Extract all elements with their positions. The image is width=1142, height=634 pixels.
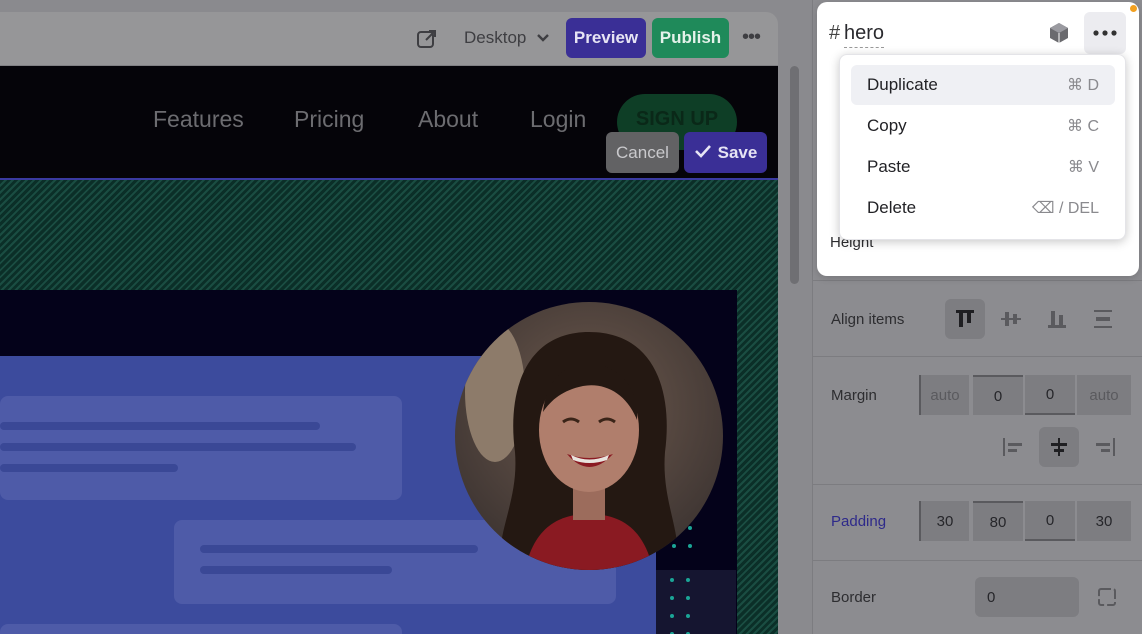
padding-row: Padding 30 80 0 30 (813, 484, 1142, 560)
menu-item-shortcut: ⌫ / DEL (1031, 200, 1099, 217)
element-hash: # (829, 22, 841, 44)
menu-item-label: Copy (867, 116, 907, 135)
more-actions-button[interactable] (1084, 12, 1126, 54)
margin-row: Margin auto 0 0 auto (813, 356, 1142, 484)
align-items-label: Align items (831, 311, 905, 328)
menu-item-duplicate[interactable]: Duplicate ⌘ D (851, 65, 1115, 105)
align-items-row: Align items (813, 280, 1142, 358)
checkmark-icon (694, 143, 712, 163)
site-navbar: Features Pricing About Login SIGN UP Can… (0, 66, 778, 178)
border-row: Border 0 (813, 560, 1142, 634)
align-bottom-icon[interactable] (1037, 299, 1077, 339)
margin-left-input[interactable]: auto (919, 375, 969, 415)
padding-bottom-input[interactable]: 0 (1025, 501, 1075, 541)
context-menu: Duplicate ⌘ D Copy ⌘ C Paste ⌘ V Delete … (839, 54, 1126, 240)
preview-button[interactable]: Preview (566, 18, 646, 58)
padding-top-input[interactable]: 80 (973, 501, 1023, 541)
border-width-input[interactable]: 0 (975, 577, 1079, 617)
menu-item-paste[interactable]: Paste ⌘ V (851, 147, 1115, 187)
placeholder-card (0, 396, 402, 500)
chevron-down-icon (536, 28, 550, 48)
cancel-button[interactable]: Cancel (606, 132, 679, 173)
menu-item-copy[interactable]: Copy ⌘ C (851, 106, 1115, 146)
menu-item-shortcut: ⌘ C (1067, 118, 1099, 135)
nav-link-login[interactable]: Login (530, 106, 586, 133)
publish-button[interactable]: Publish (652, 18, 729, 58)
margin-top-input[interactable]: 0 (973, 375, 1023, 415)
device-select-label: Desktop (464, 28, 527, 47)
component-cube-icon[interactable] (1047, 21, 1071, 50)
external-link-icon[interactable] (416, 28, 438, 50)
menu-item-label: Paste (867, 157, 911, 176)
placeholder-line (0, 464, 178, 472)
placeholder-card (0, 624, 402, 634)
more-options-icon[interactable]: ••• (742, 26, 761, 49)
padding-label: Padding (831, 513, 887, 530)
padding-left-input[interactable]: 30 (919, 501, 969, 541)
margin-right-input[interactable]: auto (1077, 375, 1131, 415)
nav-link-about[interactable]: About (418, 106, 478, 133)
dot-pattern (656, 570, 736, 634)
editor-toolbar: Desktop Preview Publish ••• (0, 12, 778, 66)
save-button[interactable]: Save (684, 132, 767, 173)
menu-item-label: Duplicate (867, 75, 938, 94)
placeholder-line (0, 443, 356, 451)
avatar-photo (455, 302, 723, 570)
align-right-icon[interactable] (1085, 427, 1125, 467)
align-top-icon[interactable] (945, 299, 985, 339)
nav-link-pricing[interactable]: Pricing (294, 106, 364, 133)
align-center-icon[interactable] (991, 299, 1031, 339)
align-center-h-icon[interactable] (1039, 427, 1079, 467)
device-select[interactable]: Desktop (464, 28, 550, 48)
placeholder-line (200, 545, 478, 553)
margin-label: Margin (831, 387, 877, 404)
margin-bottom-input[interactable]: 0 (1025, 375, 1075, 415)
menu-item-label: Delete (867, 198, 917, 217)
page-canvas: Features Pricing About Login SIGN UP Can… (0, 66, 778, 634)
menu-item-shortcut: ⌘ V (1067, 159, 1099, 176)
align-left-icon[interactable] (993, 427, 1033, 467)
nav-link-features[interactable]: Features (153, 106, 244, 133)
border-sides-icon[interactable] (1087, 577, 1127, 617)
align-stretch-icon[interactable] (1083, 299, 1123, 339)
padding-right-input[interactable]: 30 (1077, 501, 1131, 541)
placeholder-line (200, 566, 392, 574)
save-label: Save (717, 142, 758, 162)
menu-item-shortcut: ⌘ D (1067, 77, 1099, 94)
element-name[interactable]: hero (844, 22, 885, 48)
signup-label: SIGN UP (635, 107, 719, 130)
canvas-scrollbar[interactable] (790, 66, 799, 284)
menu-item-delete[interactable]: Delete ⌫ / DEL (851, 188, 1115, 228)
border-label: Border (831, 589, 877, 606)
placeholder-line (0, 422, 320, 430)
notification-dot (1130, 5, 1137, 12)
